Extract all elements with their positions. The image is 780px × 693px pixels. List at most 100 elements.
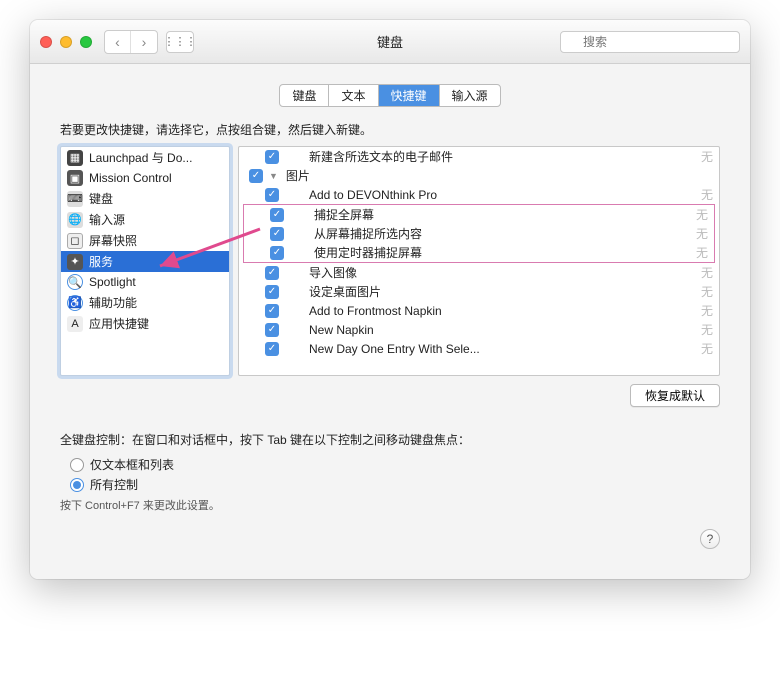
minimize-icon[interactable] — [60, 36, 72, 48]
highlight-box: ✓捕捉全屏幕无 ✓从屏幕捕捉所选内容无 ✓使用定时器捕捉屏幕无 — [243, 204, 715, 263]
tab-input-sources[interactable]: 输入源 — [440, 85, 500, 106]
checkbox-icon[interactable]: ✓ — [265, 188, 279, 202]
panes: ▦Launchpad 与 Do... ▣Mission Control ⌨键盘 … — [60, 146, 720, 376]
search-wrap — [560, 31, 740, 53]
item-label: 设定桌面图片 — [285, 283, 695, 300]
sidebar-item-mission-control[interactable]: ▣ Mission Control — [61, 168, 229, 188]
sidebar-item-label: 应用快捷键 — [89, 315, 149, 332]
list-item[interactable]: ✓ 设定桌面图片无 — [239, 282, 719, 301]
shortcut-value: 无 — [701, 283, 713, 300]
app-shortcuts-icon: A — [67, 316, 83, 332]
sidebar-item-spotlight[interactable]: 🔍 Spotlight — [61, 272, 229, 292]
sidebar-item-keyboard[interactable]: ⌨ 键盘 — [61, 188, 229, 209]
item-label: 导入图像 — [285, 264, 695, 281]
restore-defaults-wrap: 恢复成默认 — [630, 384, 720, 407]
tab-bar: 键盘 文本 快捷键 输入源 — [60, 84, 720, 107]
disclosure-triangle-icon[interactable]: ▼ — [269, 171, 278, 181]
checkbox-icon[interactable]: ✓ — [265, 304, 279, 318]
search-input[interactable] — [560, 31, 740, 53]
sidebar-item-input-sources[interactable]: 🌐 输入源 — [61, 209, 229, 230]
back-button[interactable]: ‹ — [105, 31, 131, 53]
shortcut-value: 无 — [701, 264, 713, 281]
list-item[interactable]: ✓Add to Frontmost Napkin无 — [239, 301, 719, 320]
list-item[interactable]: ✓ 从屏幕捕捉所选内容无 — [244, 224, 714, 243]
category-sidebar[interactable]: ▦Launchpad 与 Do... ▣Mission Control ⌨键盘 … — [60, 146, 230, 376]
screenshot-icon: ◻ — [67, 233, 83, 249]
list-item[interactable]: ✓ Add to DEVONthink Pro 无 — [239, 185, 719, 204]
tab-text[interactable]: 文本 — [329, 85, 378, 106]
radio-text-lists[interactable]: 仅文本框和列表 — [70, 456, 720, 473]
shortcut-value: 无 — [701, 302, 713, 319]
shortcut-value: 无 — [701, 321, 713, 338]
traffic-lights — [40, 36, 92, 48]
shortcut-value: 无 — [696, 206, 708, 223]
item-label: 从屏幕捕捉所选内容 — [290, 225, 690, 242]
services-icon: ✦ — [67, 254, 83, 270]
instruction-text: 若要更改快捷键，请选择它，点按组合键，然后键入新键。 — [60, 121, 720, 138]
shortcut-value: 无 — [701, 340, 713, 357]
spotlight-icon: 🔍 — [67, 274, 83, 290]
sidebar-item-screenshots[interactable]: ◻ 屏幕快照 — [61, 230, 229, 251]
list-item[interactable]: ✓ New Day One Entry With Sele... 无 — [239, 339, 719, 358]
list-item[interactable]: ✓ 捕捉全屏幕无 — [244, 205, 714, 224]
shortcut-value: 无 — [701, 148, 713, 165]
mission-control-icon: ▣ — [67, 170, 83, 186]
restore-defaults-button[interactable]: 恢复成默认 — [630, 384, 720, 407]
sidebar-item-label: Mission Control — [89, 171, 172, 185]
sidebar-item-label: 屏幕快照 — [89, 232, 137, 249]
list-item[interactable]: ✓新建含所选文本的电子邮件无 — [239, 147, 719, 166]
group-label: 图片 — [284, 167, 713, 184]
checkbox-icon[interactable]: ✓ — [265, 150, 279, 164]
forward-button[interactable]: › — [131, 31, 157, 53]
checkbox-icon[interactable]: ✓ — [265, 285, 279, 299]
checkbox-icon[interactable]: ✓ — [265, 323, 279, 337]
sidebar-item-label: 键盘 — [89, 190, 113, 207]
tab-shortcuts[interactable]: 快捷键 — [379, 85, 440, 106]
nav-buttons: ‹ › — [104, 30, 158, 54]
radio-icon — [70, 478, 84, 492]
checkbox-icon[interactable]: ✓ — [270, 227, 284, 241]
content-area: 键盘 文本 快捷键 输入源 若要更改快捷键，请选择它，点按组合键，然后键入新键。… — [30, 64, 750, 579]
zoom-icon[interactable] — [80, 36, 92, 48]
sidebar-item-accessibility[interactable]: ♿ 辅助功能 — [61, 292, 229, 313]
group-header[interactable]: ✓ ▼ 图片 — [239, 166, 719, 185]
shortcut-value: 无 — [696, 225, 708, 242]
shortcut-value: 无 — [696, 244, 708, 261]
list-item[interactable]: ✓ 导入图像无 — [239, 263, 719, 282]
sidebar-item-label: 辅助功能 — [89, 294, 137, 311]
preferences-window: ‹ › ⋮⋮⋮ 键盘 键盘 文本 快捷键 输入源 若要更改快捷键，请选择它，点按… — [30, 20, 750, 579]
input-source-icon: 🌐 — [67, 212, 83, 228]
radio-icon — [70, 458, 84, 472]
sidebar-item-label: 输入源 — [89, 211, 125, 228]
checkbox-icon[interactable]: ✓ — [249, 169, 263, 183]
keyboard-icon: ⌨ — [67, 191, 83, 207]
show-all-button[interactable]: ⋮⋮⋮ — [166, 31, 194, 53]
checkbox-icon[interactable]: ✓ — [270, 208, 284, 222]
list-item[interactable]: ✓ New Napkin 无 — [239, 320, 719, 339]
item-label: New Day One Entry With Sele... — [285, 342, 695, 356]
checkbox-icon[interactable]: ✓ — [265, 342, 279, 356]
sidebar-item-label: Launchpad 与 Do... — [89, 149, 192, 166]
sidebar-item-app-shortcuts[interactable]: A 应用快捷键 — [61, 313, 229, 334]
tab-keyboard[interactable]: 键盘 — [280, 85, 329, 106]
checkbox-icon[interactable]: ✓ — [270, 246, 284, 260]
list-item[interactable]: ✓ 使用定时器捕捉屏幕无 — [244, 243, 714, 262]
close-icon[interactable] — [40, 36, 52, 48]
item-label: 捕捉全屏幕 — [290, 206, 690, 223]
titlebar: ‹ › ⋮⋮⋮ 键盘 — [30, 20, 750, 64]
keyboard-control-note: 按下 Control+F7 来更改此设置。 — [60, 497, 720, 513]
sidebar-item-label: Spotlight — [89, 275, 136, 289]
radio-label: 仅文本框和列表 — [90, 456, 174, 473]
sidebar-item-launchpad[interactable]: ▦Launchpad 与 Do... — [61, 147, 229, 168]
radio-group: 仅文本框和列表 所有控制 — [70, 456, 720, 493]
sidebar-item-services[interactable]: ✦服务 — [61, 251, 229, 272]
help-button[interactable]: ? — [700, 529, 720, 549]
radio-all-controls[interactable]: 所有控制 — [70, 476, 720, 493]
checkbox-icon[interactable]: ✓ — [265, 266, 279, 280]
item-label: 使用定时器捕捉屏幕 — [290, 244, 690, 261]
accessibility-icon: ♿ — [67, 295, 83, 311]
item-label: Add to DEVONthink Pro — [285, 188, 695, 202]
shortcut-value: 无 — [701, 186, 713, 203]
item-label: New Napkin — [285, 323, 695, 337]
shortcut-list[interactable]: ✓新建含所选文本的电子邮件无 ✓▼图片 ✓Add to DEVONthink P… — [238, 146, 720, 376]
